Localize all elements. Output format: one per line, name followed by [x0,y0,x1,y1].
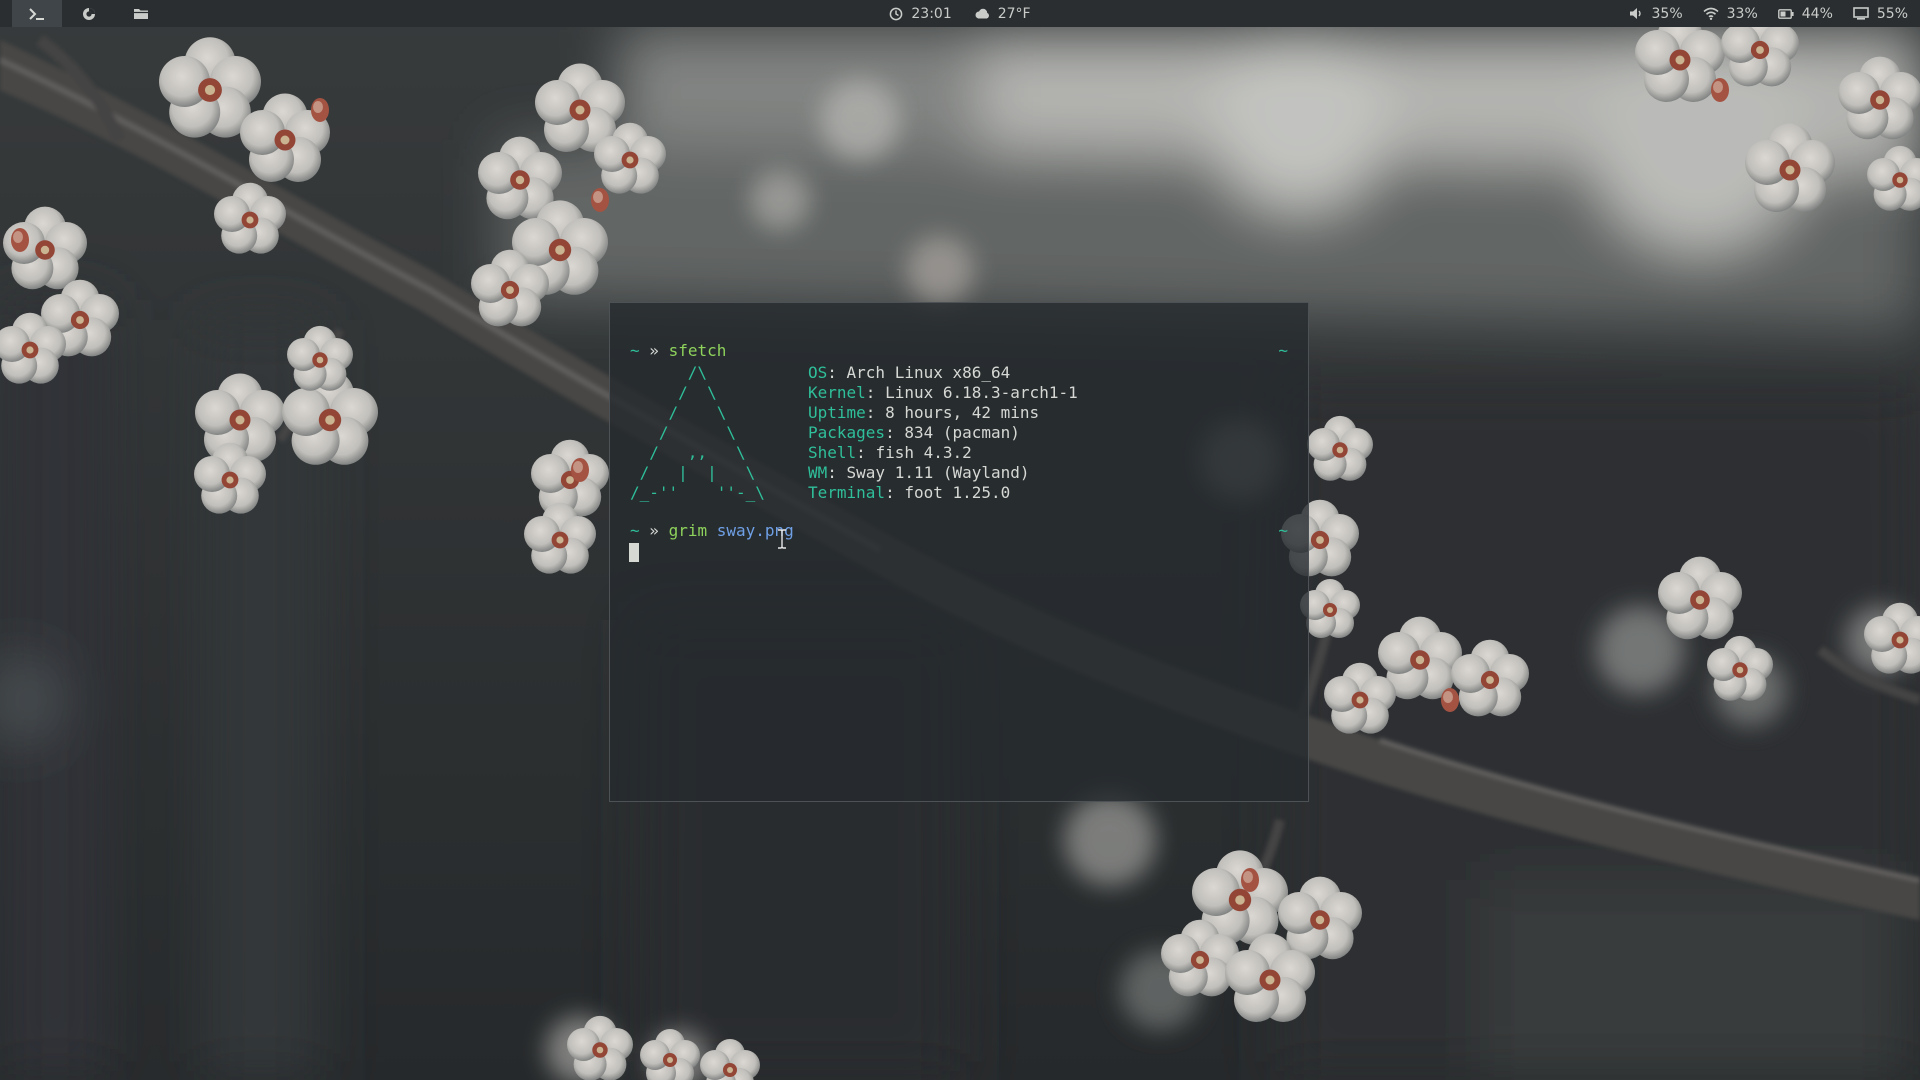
volume-module[interactable]: 35% [1629,6,1683,22]
prompt-line-2: ~ » grim sway.png [630,521,794,541]
info-kernel: Kernel: Linux 6.18.3-arch1-1 [808,383,1078,402]
battery-text: 44% [1801,5,1833,22]
info-key: OS [808,363,828,382]
info-value: 834 (pacman) [904,423,1020,442]
prompt-arrow: » [649,341,659,360]
prompt-line-1: ~ » sfetch [630,341,726,361]
info-key: Shell [808,443,857,462]
volume-text: 35% [1651,5,1683,22]
sysinfo-block: OS: Arch Linux x86_64 Kernel: Linux 6.18… [808,363,1078,503]
info-value: Arch Linux x86_64 [846,363,1011,382]
arch-ascii-logo: /\ / \ / \ / \ / ,, \ / | | \ /_-'' ''-_… [630,363,765,502]
info-packages: Packages: 834 (pacman) [808,423,1020,442]
ibeam-cursor-icon [778,529,786,549]
top-bar: 23:01 27°F 35% 33% 44% 55% [0,0,1920,27]
brightness-module[interactable]: 55% [1853,6,1908,22]
right-prompt: ~ [1278,341,1288,360]
info-value: foot 1.25.0 [904,483,1011,502]
info-key: WM [808,463,828,482]
battery-module[interactable]: 44% [1777,5,1833,22]
info-value: Sway 1.11 (Wayland) [846,463,1030,482]
terminal-window[interactable]: ~ » sfetch ~ /\ / \ / \ / \ / ,, \ / | |… [609,302,1309,802]
bar-right: 35% 33% 44% 55% [1629,0,1908,27]
prompt-cwd: ~ [630,341,640,360]
info-key: Packages [808,423,886,442]
command-name: sfetch [668,341,727,360]
info-value: Linux 6.18.3-arch1-1 [885,383,1078,402]
info-os: OS: Arch Linux x86_64 [808,363,1011,382]
weather-text: 27°F [997,5,1031,22]
info-terminal: Terminal: foot 1.25.0 [808,483,1011,502]
command-name: grim [668,521,708,540]
clock-text: 23:01 [911,5,952,22]
info-shell: Shell: fish 4.3.2 [808,443,972,462]
prompt-cwd: ~ [630,521,640,540]
info-value: fish 4.3.2 [875,443,972,462]
info-value: 8 hours, 42 mins [885,403,1040,422]
wifi-module[interactable]: 33% [1703,6,1758,22]
info-wm: WM: Sway 1.11 (Wayland) [808,463,1030,482]
clock-icon [890,7,903,20]
info-uptime: Uptime: 8 hours, 42 mins [808,403,1040,422]
volume-icon [1629,8,1641,19]
info-key: Terminal [808,483,886,502]
wifi-icon [1703,7,1719,20]
text-cursor [629,543,639,562]
prompt-arrow: » [649,521,659,540]
desktop: 23:01 27°F 35% 33% 44% 55% ~ » sfetch ~ … [0,0,1920,1080]
weather-module[interactable]: 27°F [974,6,1031,22]
battery-icon [1777,8,1794,19]
info-key: Kernel [808,383,866,402]
display-icon [1853,7,1869,20]
clock-module[interactable]: 23:01 [889,5,952,22]
info-key: Uptime [808,403,866,422]
right-prompt: ~ [1278,521,1288,540]
cloud-icon [975,8,989,18]
wifi-text: 33% [1726,5,1758,22]
brightness-text: 55% [1876,5,1908,22]
